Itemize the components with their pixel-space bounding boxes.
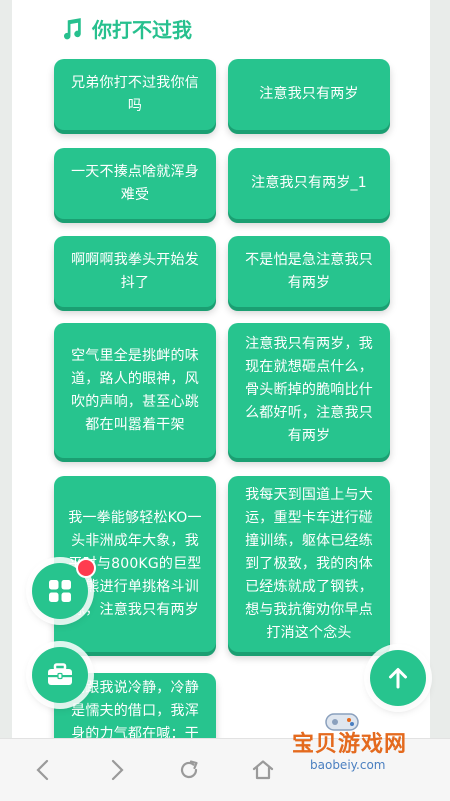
card-1[interactable]: 兄弟你打不过我你信吗 xyxy=(54,59,216,130)
notification-badge xyxy=(76,558,96,578)
toolbox-icon xyxy=(48,663,72,685)
card-5[interactable]: 啊啊啊我拳头开始发抖了 xyxy=(54,236,216,307)
chevron-right-icon xyxy=(111,759,124,781)
grid-icon xyxy=(49,580,71,602)
home-icon xyxy=(252,760,274,780)
card-3[interactable]: 一天不揍点啥就浑身难受 xyxy=(54,148,216,219)
toolbox-button[interactable] xyxy=(32,647,88,703)
back-button[interactable] xyxy=(26,753,60,787)
home-button[interactable] xyxy=(246,753,280,787)
scroll-to-top-button[interactable] xyxy=(370,650,426,706)
refresh-icon xyxy=(180,760,198,779)
card-8[interactable]: 注意我只有两岁，我现在就想砸点什么，骨头断掉的脆响比什么都好听，注意我只有两岁 xyxy=(228,323,390,458)
card-6[interactable]: 不是怕是急注意我只有两岁 xyxy=(228,236,390,307)
forward-button[interactable] xyxy=(100,753,134,787)
watermark-url: baobeiy.com xyxy=(310,758,386,772)
page: 你打不过我 兄弟你打不过我你信吗 注意我只有两岁 一天不揍点啥就浑身难受 注意我… xyxy=(12,0,430,738)
music-note-icon xyxy=(63,17,81,39)
watermark-title: 宝贝游戏网 xyxy=(292,732,408,757)
card-7[interactable]: 空气里全是挑衅的味道，路人的眼神，风吹的声响，甚至心跳都在叫嚣着干架 xyxy=(54,323,216,458)
card-4[interactable]: 注意我只有两岁_1 xyxy=(228,148,390,219)
section-title: 你打不过我 xyxy=(92,18,192,42)
chevron-left-icon xyxy=(36,759,49,781)
section-header: 你打不过我 xyxy=(58,14,192,43)
refresh-button[interactable] xyxy=(172,753,206,787)
watermark-logo: 宝贝游戏网 baobeiy.com xyxy=(292,712,450,784)
arrow-up-icon xyxy=(389,668,407,689)
card-10[interactable]: 我每天到国道上与大运，重型卡车进行碰撞训练，躯体已经练到了极致，我的肉体已经炼就… xyxy=(228,476,390,652)
card-2[interactable]: 注意我只有两岁 xyxy=(228,59,390,130)
